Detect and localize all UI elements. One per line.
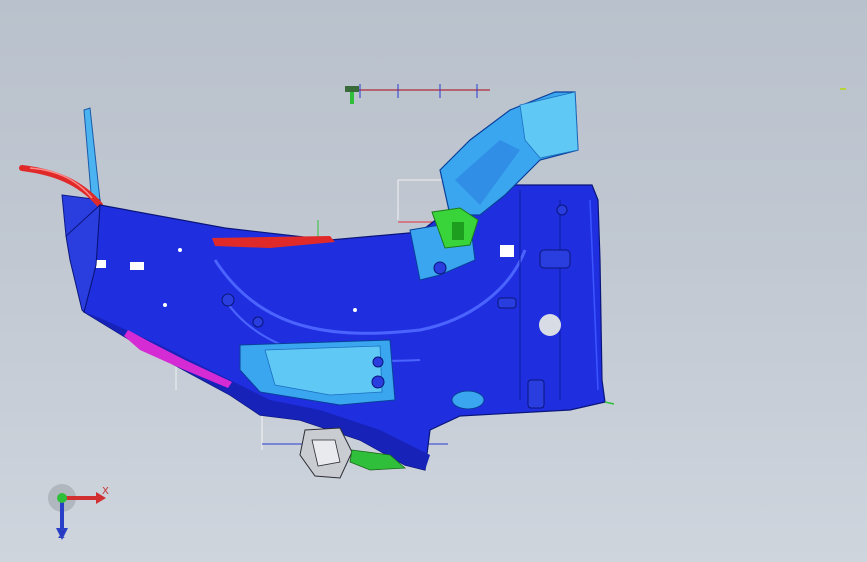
pin-fastener (345, 86, 359, 104)
3d-viewport[interactable]: X Z (0, 0, 867, 562)
z-axis-label: Z (58, 530, 65, 541)
body-side-panel (83, 184, 606, 471)
bottom-knob (451, 390, 485, 410)
axis-triad[interactable] (40, 478, 110, 548)
x-axis-label: X (102, 486, 109, 497)
orientation-marker (840, 88, 846, 90)
car-body-model[interactable] (0, 0, 867, 562)
